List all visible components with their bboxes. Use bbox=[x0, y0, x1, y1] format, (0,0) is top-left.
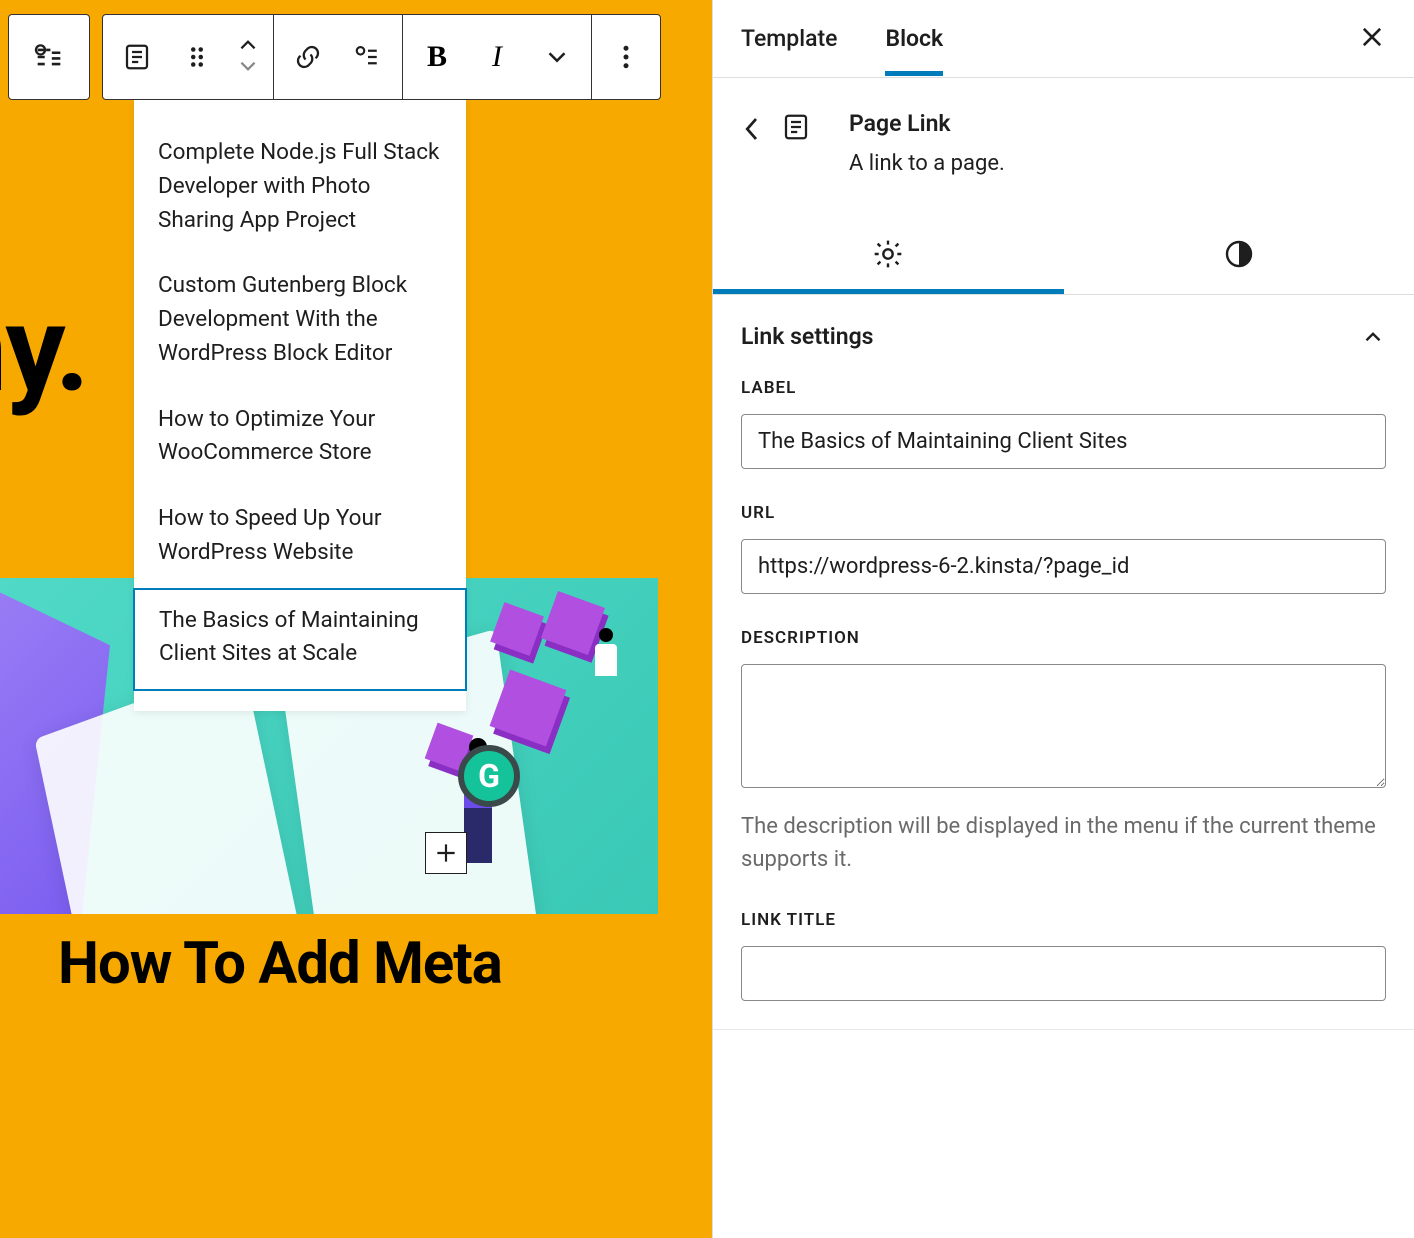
styles-tab[interactable] bbox=[1064, 214, 1414, 294]
more-formatting-button[interactable] bbox=[537, 37, 577, 77]
submenu-item[interactable]: How to Speed Up Your WordPress Website bbox=[134, 488, 466, 588]
breadcrumb-back-button[interactable] bbox=[741, 114, 761, 148]
panel-header[interactable]: Link settings bbox=[741, 323, 1386, 350]
block-type-description: A link to a page. bbox=[849, 151, 1005, 176]
url-input[interactable] bbox=[741, 539, 1386, 594]
close-sidebar-button[interactable] bbox=[1358, 23, 1386, 55]
block-toolbar: B I bbox=[102, 14, 661, 100]
block-mover bbox=[237, 37, 259, 77]
field-caption: DESCRIPTION bbox=[741, 628, 1386, 648]
grammarly-icon: G bbox=[478, 757, 500, 795]
move-up-button[interactable] bbox=[237, 37, 259, 56]
parent-block-switcher[interactable] bbox=[8, 14, 90, 100]
tab-template[interactable]: Template bbox=[741, 1, 837, 76]
tab-block[interactable]: Block bbox=[885, 1, 943, 76]
plus-icon bbox=[433, 840, 459, 866]
field-caption: URL bbox=[741, 503, 1386, 523]
chevron-down-icon bbox=[237, 59, 259, 73]
post-heading: How To Add Meta bbox=[58, 930, 502, 998]
styles-icon bbox=[1223, 238, 1255, 270]
close-icon bbox=[1358, 23, 1386, 51]
submenu-icon bbox=[353, 42, 383, 72]
options-button[interactable] bbox=[606, 37, 646, 77]
chevron-up-icon bbox=[1360, 324, 1386, 350]
settings-sidebar: Template Block Page Link A link to a pag… bbox=[712, 0, 1414, 1238]
chevron-left-icon bbox=[741, 114, 761, 144]
chevron-up-icon bbox=[237, 38, 259, 52]
field-link-title: LINK TITLE bbox=[741, 910, 1386, 1001]
page-icon bbox=[781, 112, 811, 142]
add-block-button[interactable] bbox=[425, 832, 467, 874]
block-switcher-button[interactable] bbox=[117, 37, 157, 77]
inspector-tabs bbox=[713, 214, 1414, 295]
page-icon bbox=[122, 42, 152, 72]
link-settings-panel: Link settings LABEL URL DESCRIPTION The … bbox=[713, 295, 1414, 1030]
field-caption: LINK TITLE bbox=[741, 910, 1386, 930]
move-down-button[interactable] bbox=[237, 58, 259, 77]
block-breadcrumb: Page Link A link to a page. bbox=[713, 78, 1414, 214]
italic-button[interactable]: I bbox=[477, 37, 517, 77]
drag-icon bbox=[182, 42, 212, 72]
background-heading-fragment: hy. bbox=[0, 280, 88, 420]
field-caption: LABEL bbox=[741, 378, 1386, 398]
field-hint: The description will be displayed in the… bbox=[741, 810, 1386, 876]
bold-button[interactable]: B bbox=[417, 37, 457, 77]
submenu-icon bbox=[32, 40, 66, 74]
link-icon bbox=[293, 42, 323, 72]
more-vertical-icon bbox=[611, 42, 641, 72]
submenu-item[interactable]: How to Optimize Your WooCommerce Store bbox=[134, 389, 466, 489]
navigation-submenu: Complete Node.js Full Stack Developer wi… bbox=[134, 100, 466, 711]
label-input[interactable] bbox=[741, 414, 1386, 469]
settings-tab[interactable] bbox=[713, 214, 1064, 294]
link-button[interactable] bbox=[288, 37, 328, 77]
chevron-down-icon bbox=[542, 42, 572, 72]
submenu-item-selected[interactable]: The Basics of Maintaining Client Sites a… bbox=[133, 588, 467, 692]
submenu-item[interactable]: Custom Gutenberg Block Development With … bbox=[134, 255, 466, 388]
description-textarea[interactable] bbox=[741, 664, 1386, 788]
link-title-input[interactable] bbox=[741, 946, 1386, 1001]
drag-handle[interactable] bbox=[177, 37, 217, 77]
editor-canvas: hy. How To Add Meta bbox=[0, 0, 712, 1238]
add-submenu-button[interactable] bbox=[348, 37, 388, 77]
block-type-title: Page Link bbox=[849, 110, 1005, 137]
field-url: URL bbox=[741, 503, 1386, 594]
grammarly-widget[interactable]: G bbox=[458, 745, 520, 807]
sidebar-tabs: Template Block bbox=[713, 0, 1414, 78]
panel-title: Link settings bbox=[741, 323, 874, 350]
field-label: LABEL bbox=[741, 378, 1386, 469]
block-type-icon bbox=[781, 110, 811, 146]
field-description: DESCRIPTION The description will be disp… bbox=[741, 628, 1386, 876]
gear-icon bbox=[872, 238, 904, 270]
submenu-item[interactable]: Complete Node.js Full Stack Developer wi… bbox=[134, 122, 466, 255]
